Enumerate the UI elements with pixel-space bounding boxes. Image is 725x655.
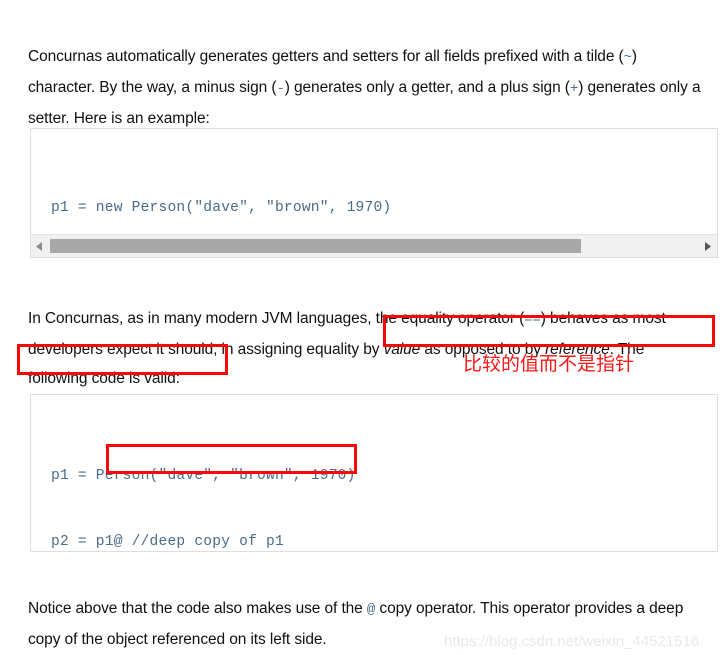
paragraph-intro: Concurnas automatically generates getter… <box>28 42 704 133</box>
triangle-right-icon[interactable] <box>700 236 717 256</box>
notice-text-segment-1: Notice above that the code also makes us… <box>28 599 367 617</box>
code-line: p1 = new Person("dave", "brown", 1970) <box>51 200 392 216</box>
code-block-1-horizontal-scrollbar[interactable] <box>31 234 717 257</box>
scrollbar-track[interactable] <box>48 236 700 256</box>
intro-text-segment-1: Concurnas automatically generates getter… <box>28 47 624 65</box>
triangle-left-icon[interactable] <box>31 236 48 256</box>
code-block-2-content: p1 = Person("dave", "brown", 1970) p2 = … <box>51 421 717 551</box>
scrollbar-thumb[interactable] <box>50 239 582 253</box>
plus-operator-code: + <box>569 80 579 97</box>
code-block-getters-setters: p1 = new Person("dave", "brown", 1970) n… <box>30 128 718 258</box>
code-line: p1 = Person("dave", "brown", 1970) <box>51 468 356 484</box>
equality-text-segment-1: In Concurnas, as in many modern JVM lang… <box>28 309 525 327</box>
article-page: Concurnas automatically generates getter… <box>0 0 725 655</box>
annotation-chinese-note: 比较的值而不是指针 <box>463 353 635 375</box>
code-line: p2 = p1@ //deep copy of p1 <box>51 534 284 550</box>
paragraph-equality: In Concurnas, as in many modern JVM lang… <box>28 304 692 393</box>
equality-operator-code: == <box>524 311 541 328</box>
watermark-url: https://blog.csdn.net/weixin_44521516 <box>444 633 700 650</box>
intro-text-segment-3: ) generates only a getter, and a plus si… <box>284 78 570 96</box>
emphasis-value: value <box>383 340 421 358</box>
at-copy-operator-code: @ <box>366 601 376 618</box>
code-block-equality-example: p1 = Person("dave", "brown", 1970) p2 = … <box>30 394 718 552</box>
minus-operator-code: - <box>276 80 285 97</box>
tilde-operator-code: ~ <box>623 49 632 66</box>
